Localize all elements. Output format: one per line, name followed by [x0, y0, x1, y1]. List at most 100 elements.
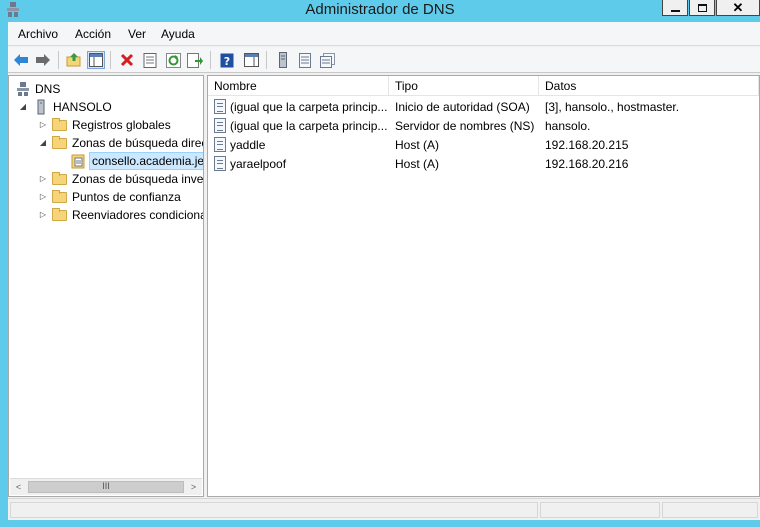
maximize-button[interactable]	[689, 0, 715, 16]
zone-icon	[71, 154, 85, 169]
up-folder-icon	[66, 53, 81, 67]
record-name: yaraelpoof	[230, 157, 287, 171]
record-data: hansolo.	[545, 119, 591, 133]
status-segment	[540, 502, 660, 518]
expand-icon[interactable]: ▷	[39, 121, 47, 129]
server-button[interactable]	[274, 51, 292, 69]
delete-button[interactable]	[118, 51, 136, 69]
toolbar-separator	[210, 51, 211, 69]
column-header-tipo[interactable]: Tipo	[389, 76, 539, 96]
tree-label-zonas-inversa[interactable]: Zonas de búsqueda inver	[72, 172, 203, 186]
forward-button[interactable]	[34, 51, 52, 69]
column-header-datos[interactable]: Datos	[539, 76, 759, 96]
back-button[interactable]	[12, 51, 30, 69]
properties-button[interactable]	[141, 51, 159, 69]
tree-item-hansolo[interactable]: ◢ HANSOLO	[9, 98, 203, 116]
up-level-button[interactable]	[65, 51, 83, 69]
record-data: 192.168.20.215	[545, 138, 629, 152]
show-hide-tree-button[interactable]	[87, 51, 105, 69]
table-row[interactable]: (igual que la carpeta princip... Inicio …	[208, 97, 759, 116]
scroll-thumb[interactable]: III	[28, 481, 184, 493]
svg-text:?: ?	[224, 55, 230, 68]
status-segment	[10, 502, 538, 518]
tree-label-puntos-confianza[interactable]: Puntos de confianza	[72, 190, 181, 204]
tree-item-zonas-directa[interactable]: ◢ Zonas de búsqueda direc	[9, 134, 203, 152]
records-icon	[299, 52, 311, 68]
folder-icon	[52, 135, 68, 151]
horizontal-scrollbar[interactable]: < III >	[10, 478, 202, 495]
dns-icon	[17, 82, 29, 96]
tree-label-reenviadores[interactable]: Reenviadores condiciona	[72, 208, 203, 222]
table-row[interactable]: yaddle Host (A) 192.168.20.215	[208, 135, 759, 154]
column-header-nombre[interactable]: Nombre	[208, 76, 389, 96]
menu-accion[interactable]: Acción	[75, 27, 111, 41]
record-name: yaddle	[230, 138, 266, 152]
folder-icon	[52, 207, 68, 223]
action-pane-button[interactable]	[242, 51, 260, 69]
record-data: 192.168.20.216	[545, 157, 629, 171]
toolbar: ?	[8, 47, 760, 73]
tree-label-consello[interactable]: consello.academia.je	[89, 152, 203, 170]
client-area: Archivo Acción Ver Ayuda ? DNS ◢ HANSOLO…	[8, 22, 760, 520]
export-list-icon	[187, 52, 203, 68]
tree-label-hansolo[interactable]: HANSOLO	[53, 100, 112, 114]
folder-icon	[52, 189, 68, 205]
table-row[interactable]: (igual que la carpeta princip... Servido…	[208, 116, 759, 135]
tree-item-dns[interactable]: DNS	[9, 80, 203, 98]
tree-item-registros-globales[interactable]: ▷ Registros globales	[9, 116, 203, 134]
record-type: Host (A)	[395, 138, 440, 152]
copy-records-icon	[319, 52, 335, 68]
record-icon	[214, 156, 226, 171]
table-row[interactable]: yaraelpoof Host (A) 192.168.20.216	[208, 154, 759, 173]
status-segment	[662, 502, 758, 518]
record-type: Inicio de autoridad (SOA)	[395, 100, 530, 114]
tree-label-zonas-directa[interactable]: Zonas de búsqueda direc	[72, 136, 203, 150]
tree-item-reenviadores[interactable]: ▷ Reenviadores condiciona	[9, 206, 203, 224]
show-hide-tree-icon	[89, 53, 103, 67]
refresh-icon	[165, 52, 181, 68]
record-icon	[214, 118, 226, 133]
menu-ayuda[interactable]: Ayuda	[161, 27, 195, 41]
tree-label-dns[interactable]: DNS	[35, 82, 60, 96]
expand-icon[interactable]: ▷	[39, 175, 47, 183]
expand-icon[interactable]: ▷	[39, 211, 47, 219]
status-bar	[8, 498, 760, 520]
tree-item-zonas-inversa[interactable]: ▷ Zonas de búsqueda inver	[9, 170, 203, 188]
tree-item-puntos-confianza[interactable]: ▷ Puntos de confianza	[9, 188, 203, 206]
expand-icon[interactable]: ▷	[39, 193, 47, 201]
toolbar-separator	[58, 51, 59, 69]
tree-label-registros-globales[interactable]: Registros globales	[72, 118, 171, 132]
forward-arrow-icon	[36, 54, 50, 66]
record-type: Host (A)	[395, 157, 440, 171]
console-tree[interactable]: DNS ◢ HANSOLO ▷ Registros globales ◢ Zon…	[8, 75, 204, 497]
scroll-left-button[interactable]: <	[10, 479, 27, 495]
copy-records-button[interactable]	[318, 51, 336, 69]
delete-icon	[120, 53, 134, 67]
export-list-button[interactable]	[186, 51, 204, 69]
refresh-button[interactable]	[164, 51, 182, 69]
list-header: Nombre Tipo Datos	[208, 76, 759, 96]
collapse-icon[interactable]: ◢	[19, 103, 27, 111]
minimize-button[interactable]	[662, 0, 688, 16]
help-button[interactable]: ?	[218, 51, 236, 69]
record-type: Servidor de nombres (NS)	[395, 119, 535, 133]
tree-item-zone-consello[interactable]: consello.academia.je	[9, 152, 203, 170]
menu-bar: Archivo Acción Ver Ayuda	[8, 22, 760, 46]
server-icon	[37, 99, 45, 115]
help-icon: ?	[220, 53, 234, 68]
menu-ver[interactable]: Ver	[128, 27, 146, 41]
close-button[interactable]: ✕	[716, 0, 760, 16]
record-name: (igual que la carpeta princip...	[230, 119, 388, 133]
scroll-right-button[interactable]: >	[185, 479, 202, 495]
minimize-icon	[670, 9, 680, 12]
record-icon	[214, 137, 226, 152]
toolbar-separator	[110, 51, 111, 69]
records-list[interactable]: Nombre Tipo Datos (igual que la carpeta …	[207, 75, 760, 497]
properties-icon	[143, 52, 157, 68]
server-icon	[279, 52, 287, 68]
records-button[interactable]	[296, 51, 314, 69]
collapse-icon[interactable]: ◢	[39, 139, 47, 147]
scroll-grip: III	[102, 481, 110, 491]
title-bar: Administrador de DNS ✕	[0, 0, 760, 22]
menu-archivo[interactable]: Archivo	[18, 27, 58, 41]
